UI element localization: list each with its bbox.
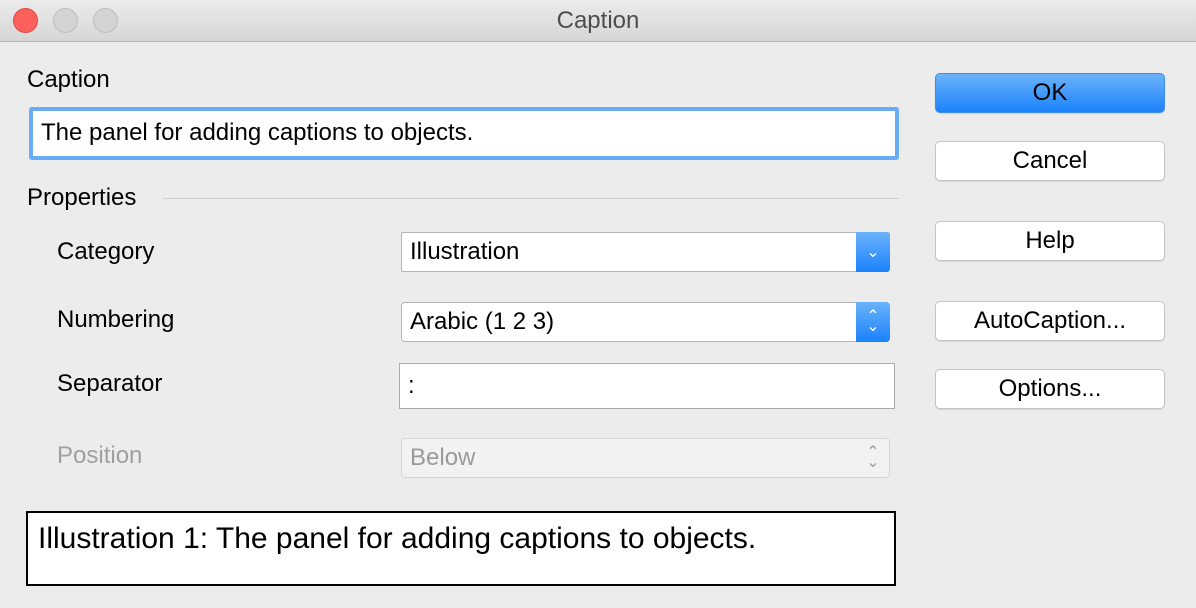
caption-preview: Illustration 1: The panel for adding cap… — [26, 511, 896, 586]
caption-label: Caption — [27, 66, 110, 93]
category-combobox[interactable]: Illustration ⌄ — [401, 232, 890, 272]
updown-chevron-icon: ⌃ ⌄ — [866, 444, 880, 471]
options-button[interactable]: Options... — [935, 369, 1165, 409]
cancel-button[interactable]: Cancel — [935, 141, 1165, 181]
divider — [163, 198, 899, 199]
position-value: Below — [410, 444, 476, 471]
category-label: Category — [57, 238, 155, 265]
window-title: Caption — [556, 7, 640, 34]
title-bar: Caption — [0, 0, 1196, 42]
properties-heading: Properties — [27, 184, 137, 211]
ok-button[interactable]: OK — [935, 73, 1165, 113]
updown-chevron-icon: ⌃ ⌄ — [856, 302, 890, 342]
position-select: Below ⌃ ⌄ — [401, 438, 890, 478]
autocaption-button[interactable]: AutoCaption... — [935, 301, 1165, 341]
category-value: Illustration — [410, 238, 520, 265]
numbering-value: Arabic (1 2 3) — [410, 308, 555, 335]
chevron-down-icon[interactable]: ⌄ — [856, 232, 890, 272]
separator-input[interactable]: : — [399, 363, 895, 409]
position-label: Position — [57, 442, 143, 469]
numbering-label: Numbering — [57, 306, 175, 333]
numbering-select[interactable]: Arabic (1 2 3) ⌃ ⌄ — [401, 302, 890, 342]
caption-input[interactable]: The panel for adding captions to objects… — [29, 107, 899, 160]
separator-label: Separator — [57, 370, 163, 397]
help-button[interactable]: Help — [935, 221, 1165, 261]
